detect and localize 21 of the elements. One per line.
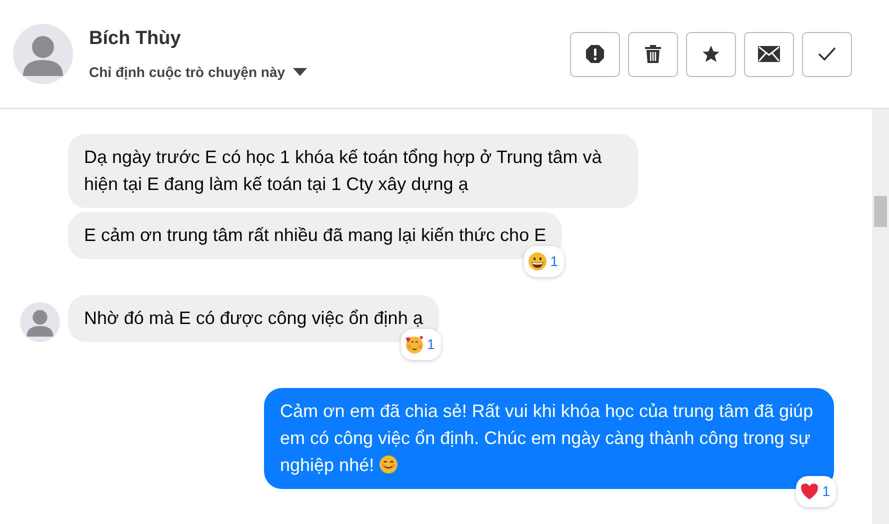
- envelope-icon: [758, 46, 780, 62]
- report-icon: [585, 44, 605, 64]
- reaction-count: 1: [427, 335, 435, 354]
- report-button[interactable]: [570, 32, 620, 76]
- hearts-face-icon: [405, 335, 424, 354]
- reaction-count: 1: [822, 482, 830, 501]
- heart-icon: [800, 482, 820, 501]
- message-bubble: Dạ ngày trước E có học 1 khóa kế toán tổng hợp ở Trung tâm và hiện tại E đang làm kế toán tại 1 Cty xây dựng ạ: [68, 134, 638, 208]
- scrollbar[interactable]: [872, 109, 889, 524]
- star-icon: [701, 44, 721, 64]
- assign-conversation-dropdown[interactable]: Chỉ định cuộc trò chuyện này: [89, 62, 308, 83]
- star-button[interactable]: [686, 32, 736, 76]
- delete-button[interactable]: [628, 32, 678, 76]
- scrollbar-thumb[interactable]: [874, 196, 887, 227]
- mail-button[interactable]: [744, 32, 794, 76]
- caret-icon: [293, 68, 308, 77]
- checkmark-icon: [817, 46, 837, 62]
- grinning-face-icon: [528, 252, 548, 271]
- contact-name: Bích Thùy: [89, 27, 182, 52]
- reaction-count: 1: [550, 252, 558, 271]
- trash-icon: [644, 44, 662, 64]
